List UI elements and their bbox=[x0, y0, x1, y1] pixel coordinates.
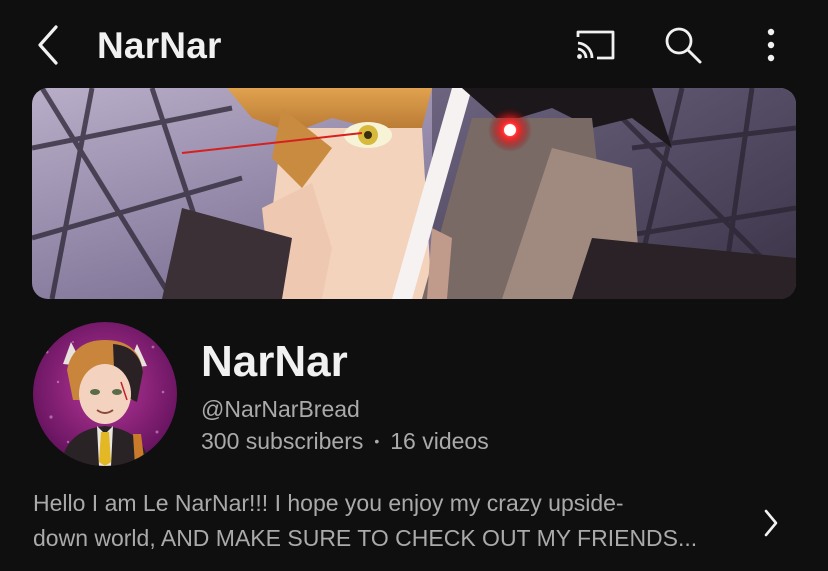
page-title: NarNar bbox=[97, 25, 222, 66]
channel-avatar[interactable] bbox=[33, 322, 177, 466]
banner-artwork bbox=[32, 88, 796, 299]
search-button[interactable] bbox=[660, 22, 706, 68]
channel-page: NarNar NarNar @NarNarBread 300 subscribe… bbox=[0, 0, 828, 571]
channel-description[interactable]: Hello I am Le NarNar!!! I hope you enjoy… bbox=[33, 486, 733, 556]
channel-banner[interactable] bbox=[32, 88, 796, 299]
top-app-bar: NarNar bbox=[0, 0, 828, 88]
back-button[interactable] bbox=[28, 22, 68, 68]
search-icon bbox=[665, 27, 702, 64]
channel-stats: 300 subscribers • 16 videos bbox=[201, 426, 489, 459]
cast-button[interactable] bbox=[570, 24, 620, 66]
video-count: 16 videos bbox=[390, 428, 489, 454]
more-options-button[interactable] bbox=[752, 22, 790, 68]
description-expand-button[interactable] bbox=[757, 505, 785, 541]
stats-separator: • bbox=[374, 433, 380, 449]
description-line-2: down world, AND MAKE SURE TO CHECK OUT M… bbox=[33, 525, 698, 551]
back-chevron-icon bbox=[38, 25, 58, 65]
more-vertical-icon bbox=[767, 28, 775, 62]
cast-icon bbox=[576, 30, 615, 60]
avatar-image bbox=[33, 322, 177, 466]
channel-handle: @NarNarBread bbox=[201, 396, 360, 422]
description-line-1: Hello I am Le NarNar!!! I hope you enjoy… bbox=[33, 490, 624, 516]
chevron-right-icon bbox=[764, 509, 778, 537]
channel-name: NarNar bbox=[201, 337, 348, 386]
subscriber-count: 300 subscribers bbox=[201, 428, 364, 454]
